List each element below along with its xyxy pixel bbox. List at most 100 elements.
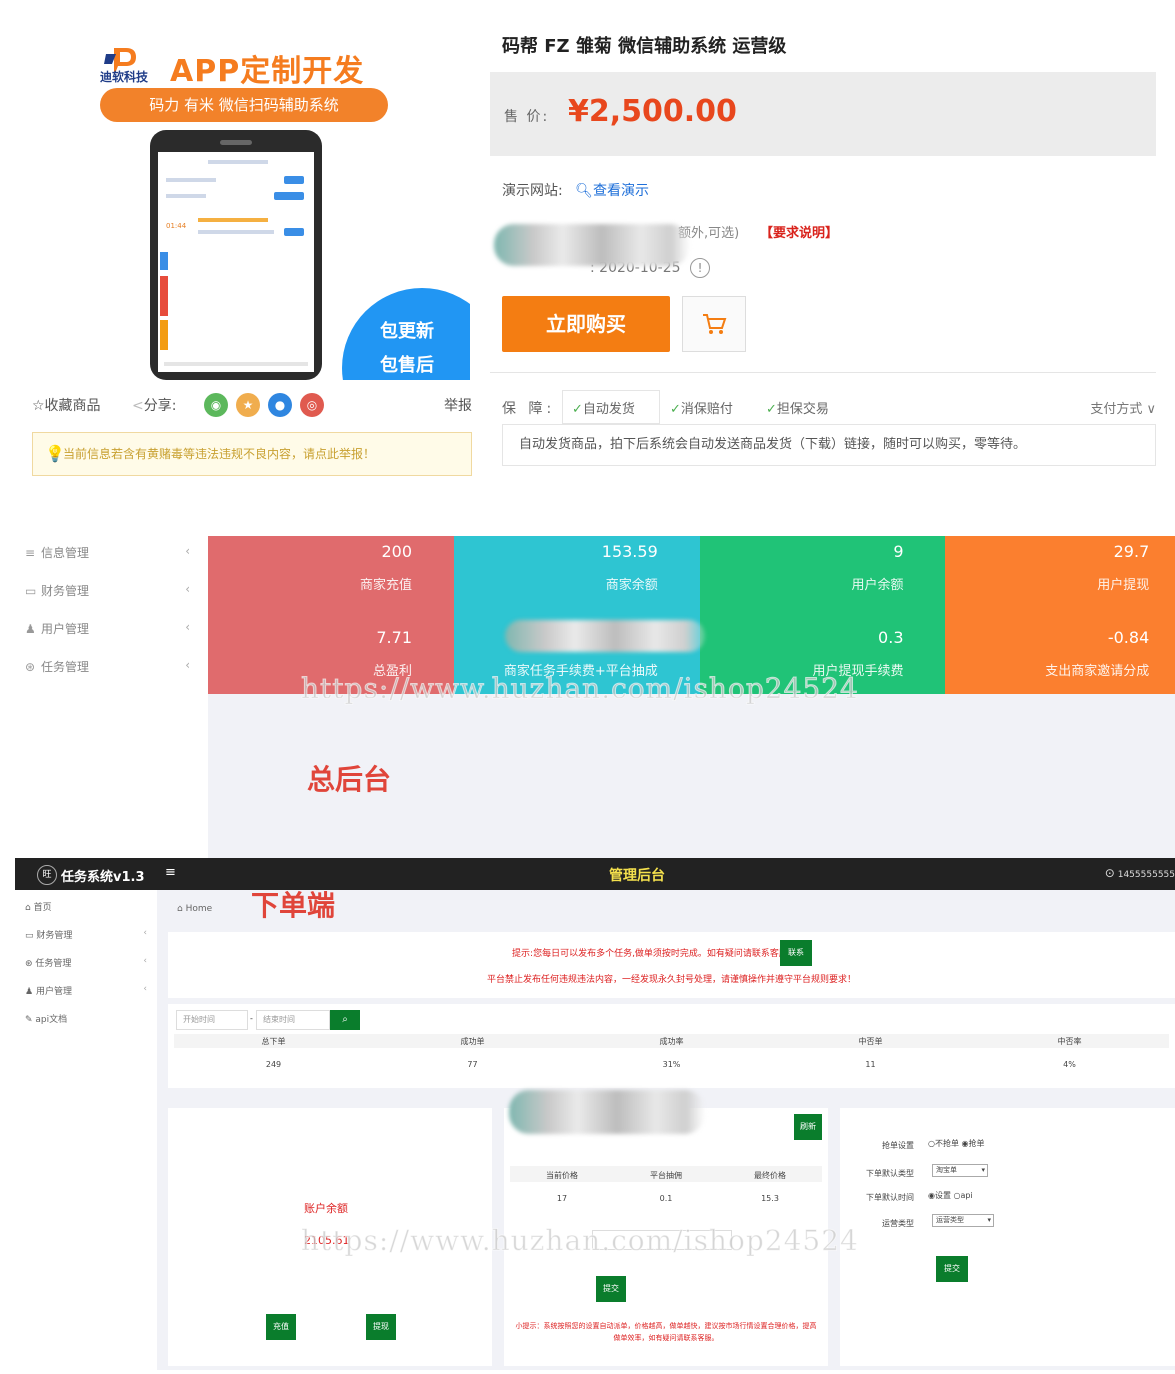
submit-price-button[interactable]: 提交 (596, 1276, 626, 1302)
screen-line (208, 160, 268, 164)
stat-v2: -0.84 (1107, 628, 1150, 647)
check-icon: ✓ (572, 402, 583, 417)
sidebar-item-users[interactable]: ♟ 用户管理 ‹ (25, 620, 200, 640)
search-icon: 🔍︎ (575, 183, 593, 199)
select-value: 运营类型 (936, 1216, 964, 1224)
radio-off-icon[interactable]: ○ (954, 1191, 961, 1200)
stat-v1: 29.7 (1113, 542, 1150, 561)
report-link[interactable]: 举报 (444, 395, 472, 415)
screen-line (166, 178, 216, 182)
screen-button (274, 192, 304, 200)
product-title: 码帮 FZ 雏菊 微信辅助系统 运营级 (502, 36, 787, 57)
pencil-icon: ✎ (25, 1015, 36, 1025)
product-image[interactable]: 迪软科技 APP定制开发 码力 有米 微信扫码辅助系统 01:44 包更新 包售… (30, 30, 470, 380)
buy-now-button[interactable]: 立即购买 (502, 296, 670, 352)
screen-side-tab (160, 320, 168, 350)
app-logo-icon: 旺 (37, 865, 57, 885)
guarantee-consumer-protection[interactable]: ✓消保赔付 (670, 398, 733, 417)
guarantee-text: 担保交易 (776, 402, 829, 417)
select-value: 淘宝单 (936, 1166, 957, 1174)
table-cell: 77 (467, 1060, 478, 1069)
cart-icon[interactable] (682, 296, 746, 352)
screen-side-tab (160, 276, 168, 316)
sidebar-label: 用户管理 (35, 987, 72, 997)
share-label: <分享: (132, 395, 176, 415)
money-icon: ▭ (25, 584, 37, 598)
sidebar-item-tasks[interactable]: ⊛ 任务管理 ‹ (25, 658, 200, 678)
date-end-input[interactable]: 结束时间 (256, 1010, 330, 1030)
sidebar-item-home[interactable]: ⌂ 首页 (25, 900, 153, 913)
info-icon[interactable]: ! (690, 258, 710, 278)
weibo-icon[interactable]: ◎ (300, 393, 324, 417)
users-icon: ♟ (25, 622, 36, 636)
stats-panel: 开始时间 - 结束时间 ⌕ 总下单 249 成功单 77 成功率 31% 中否单 11 中否率 4… (168, 1004, 1175, 1088)
report-notice[interactable]: 💡 当前信息若含有黄赌毒等违法违规不良内容，请点此举报！ (32, 432, 472, 476)
stat-v2: 0.3 (878, 628, 904, 647)
stat-v1: 200 (381, 542, 412, 561)
guarantee-text: 自动发货 (582, 402, 635, 417)
sidebar-item-info[interactable]: ≡ 信息管理 ‹ (25, 544, 200, 564)
banner-subtitle: 码力 有米 微信扫码辅助系统 (100, 88, 388, 122)
admin-sidebar: ≡ 信息管理 ‹ ▭ 财务管理 ‹ ♟ 用户管理 ‹ ⊛ 任务管理 ‹ (15, 536, 208, 858)
date-start-input[interactable]: 开始时间 (176, 1010, 248, 1030)
form-label-2: 下单默认类型 (866, 1169, 914, 1178)
breadcrumb[interactable]: ⌂ Home (177, 904, 212, 914)
guarantee-text: 消保赔付 (680, 402, 733, 417)
phone-screen: 01:44 (158, 152, 314, 372)
sidebar-item-finance[interactable]: ▭ 财务管理 ‹ (25, 582, 200, 602)
radio-on-icon[interactable]: ◉ (928, 1191, 935, 1200)
guarantee-auto-delivery[interactable]: ✓自动发货 (572, 398, 635, 417)
radio-label: 抢单 (968, 1139, 985, 1148)
radio-off-icon[interactable]: ○ (928, 1139, 935, 1148)
guarantee-label: 保 障: (502, 401, 556, 417)
form-radio-group-3: ◉设置 ○api (928, 1190, 973, 1201)
wechat-icon[interactable]: ◉ (204, 393, 228, 417)
table-header-cell: 成功单 (460, 1037, 485, 1046)
withdraw-button[interactable]: 提现 (366, 1314, 396, 1340)
sidebar-item-tasks[interactable]: ⊛ 任务管理 ‹ (25, 956, 153, 969)
ops-type-select[interactable]: 运营类型 ▾ (932, 1214, 994, 1227)
notice-panel: 提示:您每日可以发布多个任务,做单须按时完成。如有疑问请联系客服: 联系 平台禁… (168, 932, 1175, 998)
stat-l1: 用户提现 (1097, 578, 1150, 593)
sidebar-item-api[interactable]: ✎ api文档 (25, 1012, 153, 1025)
radio-on-icon[interactable]: ◉ (962, 1139, 969, 1148)
price-cell: 17 (556, 1194, 568, 1203)
divider (490, 372, 1156, 373)
table-header-cell: 总下单 (261, 1037, 286, 1046)
demo-link[interactable]: 🔍︎查看演示 (575, 183, 649, 199)
sidebar-item-users[interactable]: ♟ 用户管理 ‹ (25, 984, 153, 997)
blur-mask (494, 224, 690, 266)
user-menu[interactable]: ⊙ 1455555555 (1105, 866, 1175, 880)
requirement-link[interactable]: 【要求说明】 (760, 222, 838, 241)
search-button[interactable]: ⌕ (330, 1010, 360, 1030)
phone-mockup: 01:44 (150, 130, 322, 380)
stat-v1: 9 (893, 542, 904, 561)
menu-toggle-icon[interactable]: ≡ (165, 865, 176, 880)
recharge-button[interactable]: 充值 (266, 1314, 296, 1340)
chevron-down-icon: ∨ (1146, 402, 1156, 417)
favorite-link[interactable]: ☆收藏商品 (32, 395, 101, 415)
stat-v1: 153.59 (601, 542, 658, 561)
refresh-button[interactable]: 刷新 (794, 1114, 822, 1140)
table-cell: 4% (1063, 1060, 1076, 1069)
payment-method-dropdown[interactable]: 支付方式 ∨ (1090, 398, 1156, 417)
sidebar-label: 信息管理 (41, 546, 90, 560)
table-header-cell: 成功率 (659, 1037, 684, 1046)
qzone-icon[interactable]: ★ (236, 393, 260, 417)
badge-line2: 包售后 (380, 355, 434, 376)
submit-settings-button[interactable]: 提交 (936, 1256, 968, 1282)
qq-icon[interactable]: ● (268, 393, 292, 417)
delivery-description: 自动发货商品，拍下后系统会自动发送商品发货（下载）链接，随时可以购买，零等待。 (502, 424, 1156, 466)
settings-panel: 抢单设置 ○不抢单 ◉抢单 下单默认类型 淘宝单 ▾ 下单默认时间 ◉设置 ○ap… (840, 1108, 1175, 1366)
screen-line (198, 218, 268, 222)
check-icon: ✓ (670, 402, 681, 417)
guarantee-escrow[interactable]: ✓担保交易 (766, 398, 829, 417)
watermark: https://www.huzhan.com/ishop24524 (301, 1224, 859, 1258)
sidebar-label: 财务管理 (41, 584, 90, 598)
contact-button[interactable]: 联系 (780, 940, 812, 966)
form-label-1: 抢单设置 (882, 1141, 914, 1150)
order-type-select[interactable]: 淘宝单 ▾ (932, 1164, 988, 1177)
table-header-cell: 中否单 (858, 1037, 883, 1046)
chevron-left-icon: ‹ (185, 582, 190, 596)
sidebar-item-finance[interactable]: ▭ 财务管理 ‹ (25, 928, 153, 941)
